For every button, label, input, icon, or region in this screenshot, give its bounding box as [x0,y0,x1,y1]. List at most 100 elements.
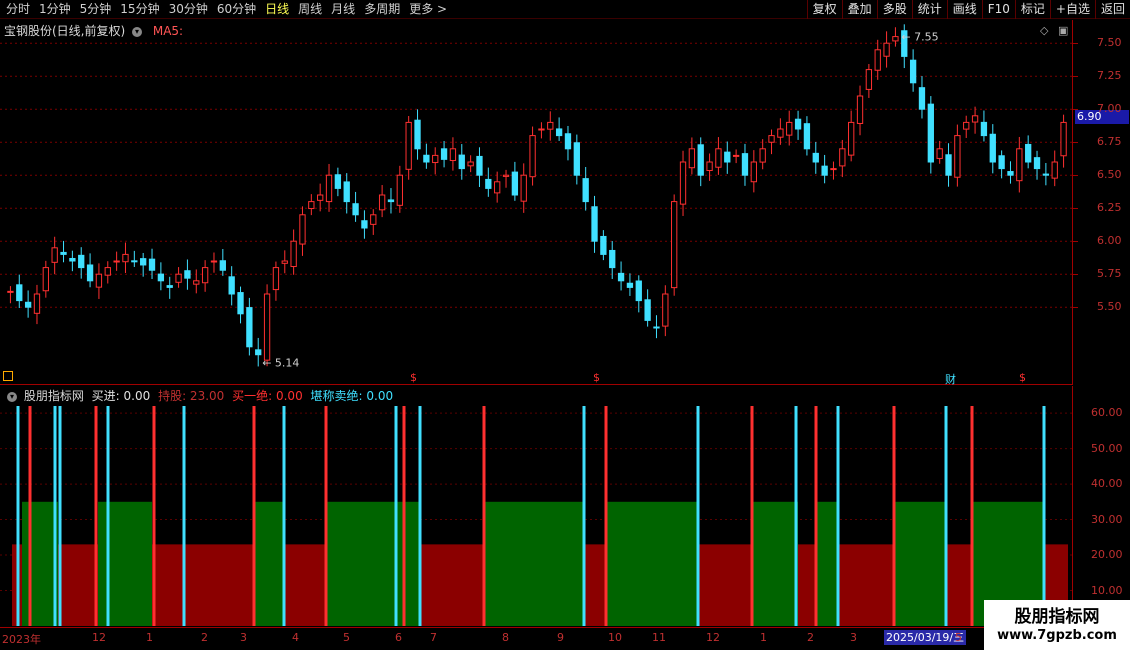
candle-body [909,59,917,84]
indicator-axis-label: 40.00 [1091,477,1123,491]
period-tab-1[interactable]: 1分钟 [39,2,71,17]
toolbar-button-8[interactable]: 返回 [1094,0,1130,19]
candle-body [724,151,731,163]
date-label: 1 [146,631,153,644]
candle-body [7,290,14,293]
price-label: 5.50 [1097,300,1122,314]
candle-body [520,174,527,202]
candle-body [732,154,740,157]
price-label: 7.50 [1097,36,1122,50]
chevron-down-icon[interactable]: ▾ [132,26,143,37]
candle-body [821,165,828,176]
event-marker[interactable]: $ [1019,371,1026,384]
panel-toggle-icon[interactable] [3,371,13,381]
candle-body [502,174,510,177]
candle-body [998,155,1005,170]
indicator-axis-label: 50.00 [1091,441,1123,455]
candle-body [458,154,465,170]
event-marker[interactable]: $ [410,371,417,384]
toolbar-button-2[interactable]: 多股 [876,0,912,19]
candle-body [396,174,403,206]
period-tab-6[interactable]: 日线 [265,2,289,17]
candle-body [476,155,483,176]
green-zone [752,501,798,626]
toolbar-button-3[interactable]: 统计 [911,0,947,19]
window-icon[interactable]: ▣ [1058,24,1068,37]
toolbar-button-6[interactable]: 标记 [1014,0,1050,19]
price-label: 6.50 [1097,168,1122,182]
candle-body [272,267,280,291]
toolbar-right-buttons: 复权 叠加 多股 统计 画线 F10 标记 +自选 返回 [806,0,1130,19]
candlestick-chart[interactable]: ← 7.55 ← 5.14 [0,20,1072,385]
date-label: 8 [502,631,509,644]
candle-body [626,282,634,288]
candle-body [573,142,580,176]
candle-body [830,168,837,171]
period-tab-2[interactable]: 5分钟 [80,2,112,17]
diamond-icon[interactable]: ◇ [1040,24,1048,37]
period-tab-3[interactable]: 15分钟 [120,2,159,17]
candle-body [263,293,271,361]
indicator-panel[interactable] [0,386,1072,626]
period-tab-0[interactable]: 分时 [6,2,30,17]
toolbar: 分时 1分钟 5分钟 15分钟 30分钟 60分钟 日线 周线 月线 多周期 更多 > 复权 叠加 多股… [0,0,1130,19]
candle-body [290,240,297,268]
indicator-axis: 60.00 50.00 40.00 30.00 20.00 10.00 [1072,386,1130,626]
date-label: 7 [430,631,437,644]
candle-body [582,178,589,203]
date-axis: 2025/03/19/三 2023年1212345678910111212356 [0,627,1072,650]
candle-body [883,42,890,57]
toolbar-button-1[interactable]: 叠加 [841,0,877,19]
candle-body [768,135,775,143]
candle-body [51,247,58,263]
chart-info-line: 宝钢股份(日线,前复权) ▾ MA5: [4,22,183,39]
candle-body [945,154,952,176]
event-marker[interactable]: 财 [945,371,956,387]
candle-body [60,251,67,255]
candle-body [936,148,943,159]
candle-body [1042,173,1050,176]
candle-body [467,161,474,167]
candle-body [210,260,218,263]
buy2-value: 买一绝: 0.00 [232,389,303,403]
candle-body [511,171,519,196]
toolbar-button-5[interactable]: F10 [981,0,1015,19]
event-marker[interactable]: $ [593,371,600,384]
candle-body [1025,143,1032,163]
candle-body [432,154,439,164]
price-chart-panel[interactable]: 宝钢股份(日线,前复权) ▾ MA5: ← 7.55 ← 5.14 [0,20,1072,385]
indicator-chart[interactable] [0,386,1072,626]
candle-body [989,133,996,163]
candle-body [538,128,545,131]
period-tab-9[interactable]: 多周期 [364,2,400,17]
toolbar-button-4[interactable]: 画线 [946,0,982,19]
red-zone [584,544,606,626]
candle-body [839,148,846,167]
high-price-mark: ← 7.55 [901,31,938,44]
period-tab-5[interactable]: 60分钟 [217,2,256,17]
candle-body [1016,148,1023,182]
candle-body [361,220,368,229]
period-tab-8[interactable]: 月线 [331,2,355,17]
candle-body [325,174,333,203]
green-zone [484,501,584,626]
sell-value: 堪称卖绝: 0.00 [310,389,394,403]
candle-body [794,118,802,130]
period-tab-10[interactable]: 更多 > [409,2,447,17]
candle-body [140,258,147,266]
toolbar-button-0[interactable]: 复权 [806,0,842,19]
toolbar-button-7[interactable]: +自选 [1049,0,1095,19]
candle-body [662,293,669,327]
candle-body [201,267,209,284]
period-tab-4[interactable]: 30分钟 [169,2,208,17]
candle-body [494,181,501,194]
candle-body [874,49,881,71]
indicator-menu-icon[interactable]: ▾ [7,391,17,402]
period-tab-7[interactable]: 周线 [298,2,322,17]
green-zone [22,501,58,626]
green-zone [326,501,396,626]
candle-body [246,307,253,348]
candle-body [892,36,899,42]
candle-body [671,201,678,289]
candle-body [449,148,457,162]
